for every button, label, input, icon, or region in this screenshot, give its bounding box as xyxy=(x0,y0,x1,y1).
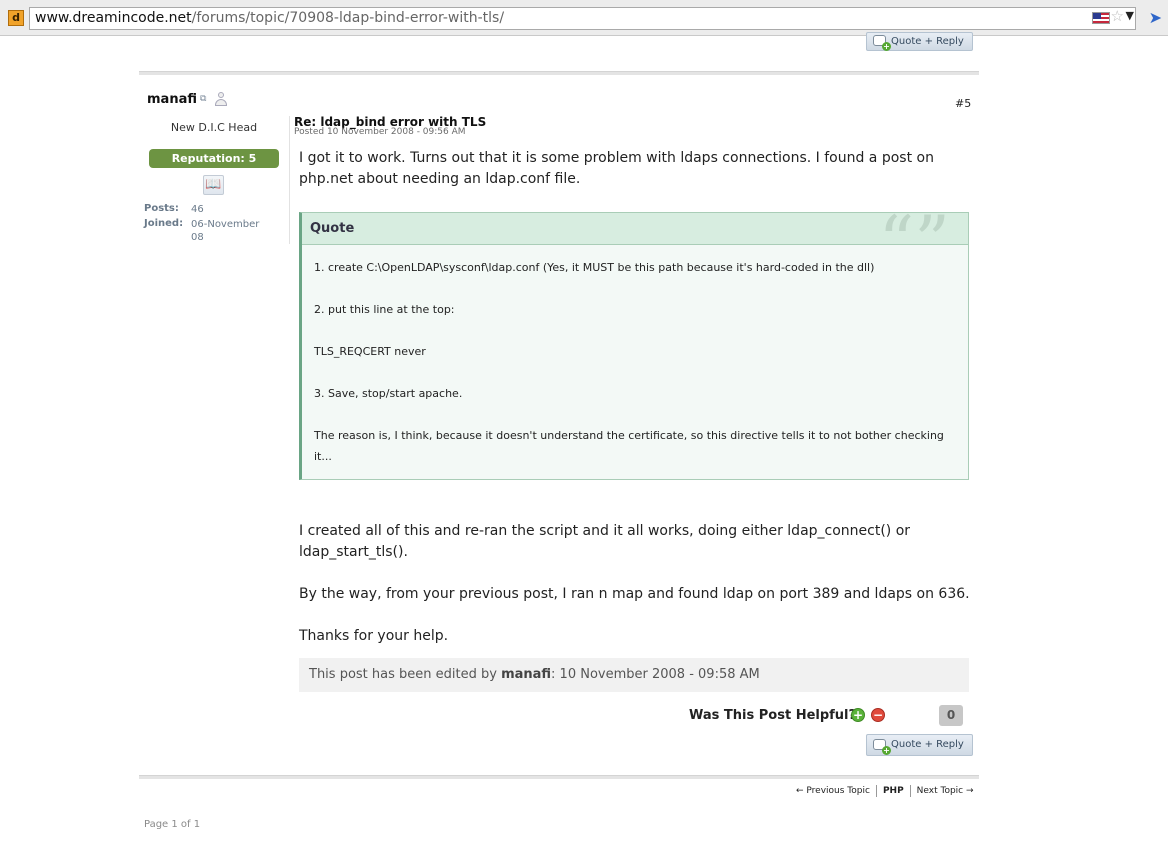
post-number-link[interactable]: #5 xyxy=(955,97,971,110)
vote-up-plus-icon[interactable]: + xyxy=(851,708,865,722)
quote-block: Quote “” 1. create C:\OpenLDAP\sysconf\l… xyxy=(299,207,969,480)
quote-line: 3. Save, stop/start apache. xyxy=(314,387,463,400)
posts-count: 46 xyxy=(191,204,204,215)
reputation-badge: Reputation: 5 xyxy=(149,149,279,168)
quote-line: 2. put this line at the top: xyxy=(314,303,455,316)
edited-prefix: This post has been edited by xyxy=(309,667,502,682)
url-path: /forums/topic/70908-ldap-bind-error-with… xyxy=(191,10,505,26)
post-paragraph: Thanks for your help. xyxy=(299,628,449,644)
quote-line: The reason is, I think, because it doesn… xyxy=(314,429,944,463)
site-favicon-icon: d xyxy=(8,10,24,26)
author-name-link[interactable]: manafi xyxy=(147,92,197,107)
page-indicator: Page 1 of 1 xyxy=(144,819,201,830)
quote-reply-button[interactable]: Quote + Reply xyxy=(866,734,973,756)
edited-by-link[interactable]: manafi xyxy=(501,667,551,682)
post-paragraph: I created all of this and re-ran the scr… xyxy=(299,523,911,560)
edited-notice: This post has been edited by manafi: 10 … xyxy=(299,658,969,692)
post-intro-text: I got it to work. Turns out that it is s… xyxy=(299,150,934,187)
vote-down-minus-icon[interactable]: − xyxy=(871,708,885,722)
post-divider-top xyxy=(139,71,979,75)
quote-line: TLS_REQCERT never xyxy=(314,345,426,358)
blog-book-icon[interactable]: 📖 xyxy=(203,175,224,195)
us-flag-icon[interactable] xyxy=(1092,12,1110,24)
previous-topic-link[interactable]: ← Previous Topic xyxy=(790,785,877,797)
browser-url-bar: d www.dreamincode.net/forums/topic/70908… xyxy=(0,0,1168,36)
quote-reply-icon xyxy=(873,739,891,755)
column-divider xyxy=(289,116,290,244)
quote-reply-label: Quote + Reply xyxy=(891,36,964,47)
post-date: Posted 10 November 2008 - 09:56 AM xyxy=(294,127,466,137)
quote-label: Quote xyxy=(310,221,355,236)
next-topic-link[interactable]: Next Topic → xyxy=(911,785,980,797)
helpful-label: Was This Post Helpful? xyxy=(689,708,857,723)
url-input[interactable]: www.dreamincode.net/forums/topic/70908-l… xyxy=(29,7,1136,30)
post-divider-bottom xyxy=(139,775,979,779)
edited-suffix: : 10 November 2008 - 09:58 AM xyxy=(551,667,760,682)
url-host: www.dreamincode.net xyxy=(35,10,192,26)
bookmark-star-icon[interactable]: ☆ xyxy=(1111,7,1124,25)
extension-bird-icon[interactable]: ➤ xyxy=(1149,8,1162,27)
joined-date: 06-November 08 xyxy=(191,219,260,243)
topic-navigation: ← Previous Topic PHP Next Topic → xyxy=(790,785,980,799)
quote-line: 1. create C:\OpenLDAP\sysconf\ldap.conf … xyxy=(314,261,875,274)
member-title: New D.I.C Head xyxy=(170,121,258,134)
vote-count-badge: 0 xyxy=(939,705,963,726)
quote-reply-button-top[interactable]: Quote + Reply xyxy=(866,32,973,51)
joined-label: Joined: xyxy=(144,218,184,229)
posts-label: Posts: xyxy=(144,203,179,214)
forum-php-link[interactable]: PHP xyxy=(877,785,911,797)
post-paragraph: By the way, from your previous post, I r… xyxy=(299,586,970,602)
user-offline-icon xyxy=(214,92,228,106)
quote-reply-icon xyxy=(873,35,891,51)
quote-header: Quote “” xyxy=(302,207,968,277)
quote-reply-label: Quote + Reply xyxy=(891,739,964,750)
chevron-down-icon[interactable]: ▼ xyxy=(1126,9,1134,22)
profile-card-icon[interactable]: ⧉ xyxy=(200,94,206,104)
